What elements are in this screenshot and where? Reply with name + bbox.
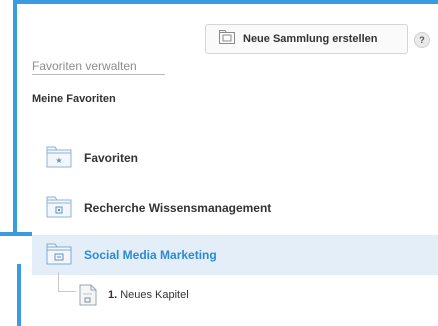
frame-connector-line <box>0 232 32 236</box>
collection-label: Social Media Marketing <box>84 248 217 262</box>
collection-item-social-media-marketing[interactable]: Social Media Marketing <box>32 235 438 275</box>
document-icon <box>79 284 97 306</box>
my-favorites-title: Meine Favoriten <box>32 93 116 105</box>
chapter-number: 1. <box>108 289 118 301</box>
svg-text:★: ★ <box>55 156 62 165</box>
star-folder-icon: ★ <box>46 146 72 168</box>
collection-label: Recherche Wissensmanagement <box>84 201 272 215</box>
new-collection-button[interactable]: Neue Sammlung erstellen <box>205 24 408 54</box>
heading-underline <box>32 74 165 75</box>
frame-border-left <box>13 0 17 234</box>
frame-border-top <box>13 0 438 4</box>
chapter-label: Neues Kapitel <box>120 289 189 301</box>
frame-border-left-lower <box>17 264 21 326</box>
collection-item-recherche[interactable]: Recherche Wissensmanagement <box>32 188 438 228</box>
collection-item-favoriten[interactable]: ★ Favoriten <box>32 138 438 178</box>
folder-icon <box>46 196 72 218</box>
new-collection-label: Neue Sammlung erstellen <box>243 33 378 45</box>
folder-plus-icon <box>219 29 235 49</box>
manage-favorites-heading: Favoriten verwalten <box>32 59 137 73</box>
chapter-item[interactable]: 1. Neues Kapitel <box>108 287 189 303</box>
tree-connector-line <box>58 291 76 292</box>
collection-label: Favoriten <box>84 151 139 165</box>
tree-connector-line <box>58 272 59 292</box>
folder-icon <box>46 243 72 265</box>
help-icon[interactable]: ? <box>414 32 430 48</box>
